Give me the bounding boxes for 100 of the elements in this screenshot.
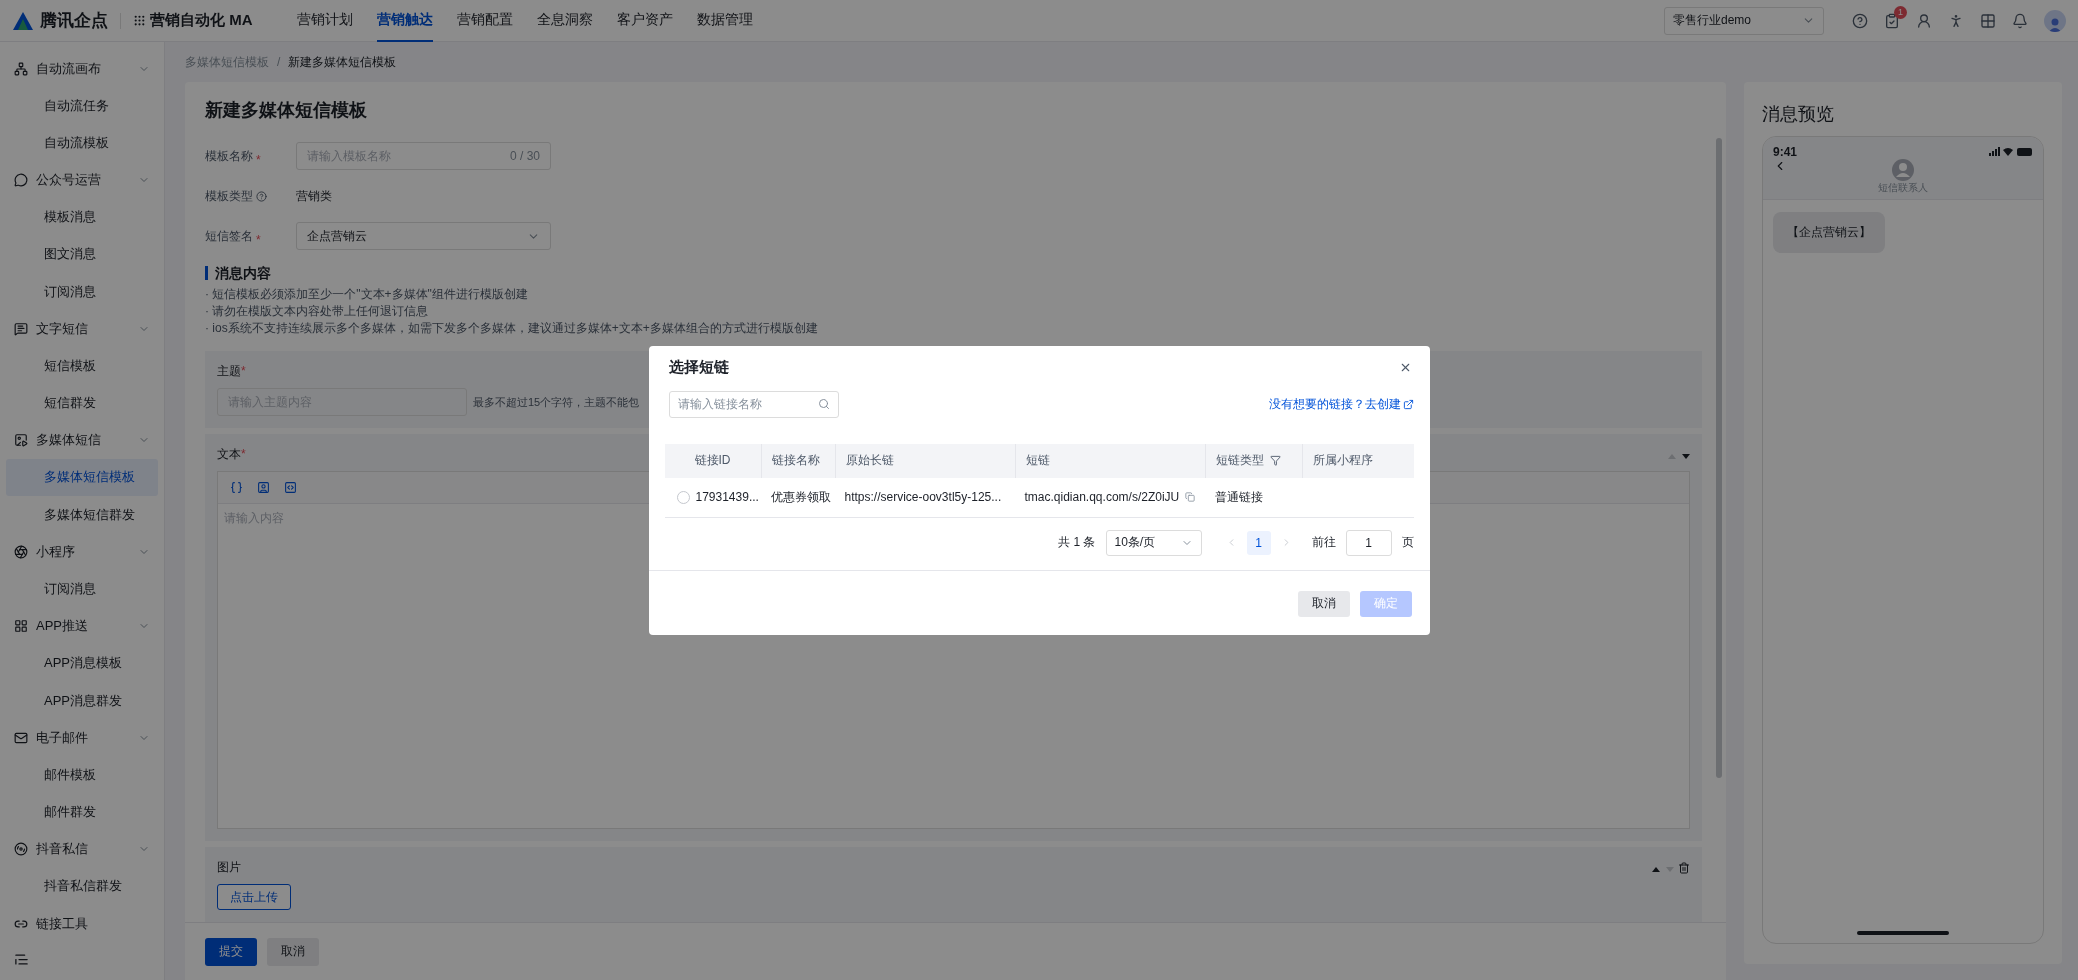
- signature-select[interactable]: 企点营销云: [296, 222, 551, 250]
- help-icon[interactable]: [1852, 12, 1868, 29]
- sidebar-item[interactable]: 订阅消息: [6, 273, 158, 311]
- nav-tab[interactable]: 营销触达: [376, 0, 433, 42]
- row-radio[interactable]: [676, 490, 690, 504]
- insert-variable-icon[interactable]: [230, 481, 243, 494]
- move-down-arrow-icon[interactable]: [1682, 453, 1690, 459]
- sidebar-group[interactable]: 电子邮件: [0, 719, 164, 757]
- search-field[interactable]: 请输入链接名称: [668, 390, 839, 418]
- block-label: 文本*: [217, 446, 247, 463]
- sidebar-item[interactable]: 多媒体短信群发: [6, 496, 158, 534]
- page-title: 新建多媒体短信模板: [205, 99, 368, 122]
- brand-name: 腾讯企点: [40, 10, 108, 32]
- external-link-icon: [1402, 398, 1414, 410]
- goto-input[interactable]: 1: [1345, 529, 1392, 556]
- copy-icon[interactable]: [1185, 492, 1196, 502]
- field-label: 模板名称 *: [205, 147, 262, 165]
- sidebar-item[interactable]: 短信模板: [6, 347, 158, 385]
- sidebar-item[interactable]: 抖音私信群发: [6, 867, 158, 905]
- upload-button[interactable]: 点击上传: [217, 884, 291, 910]
- create-link[interactable]: 没有想要的链接？去创建: [1268, 395, 1414, 413]
- breadcrumb-item: 新建多媒体短信模板: [288, 53, 397, 71]
- nav-tab[interactable]: 全息洞察: [536, 0, 593, 42]
- menu-group-icon: [14, 619, 28, 634]
- move-up-arrow-icon[interactable]: [1652, 866, 1660, 872]
- delete-icon[interactable]: [1678, 861, 1690, 874]
- sidebar-item[interactable]: 订阅消息: [6, 570, 158, 608]
- menu-group-icon: [14, 173, 28, 188]
- sidebar-item[interactable]: 模板消息: [6, 198, 158, 236]
- menu-group-icon: [14, 842, 28, 857]
- sidebar-group[interactable]: 小程序: [0, 533, 164, 571]
- sidebar-item[interactable]: 邮件模板: [6, 756, 158, 794]
- page-button[interactable]: 1: [1246, 530, 1271, 555]
- sidebar-group[interactable]: 链接工具: [0, 904, 164, 943]
- insert-variable-icon[interactable]: [257, 481, 270, 494]
- preview-title: 消息预览: [1762, 103, 1835, 126]
- field-value: 营销类: [296, 187, 332, 205]
- sidebar-item[interactable]: 邮件群发: [6, 793, 158, 831]
- column-header: 所属小程序: [1301, 443, 1414, 478]
- field-label: 模板类型: [205, 187, 296, 205]
- sidebar-item[interactable]: 自动流任务: [6, 87, 158, 125]
- block-label: 主题*: [217, 363, 247, 380]
- sidebar-group[interactable]: 公众号运营: [0, 161, 164, 199]
- sidebar-item[interactable]: APP消息模板: [6, 644, 158, 682]
- help-icon[interactable]: [256, 190, 267, 202]
- menu-group-icon: [14, 321, 28, 336]
- sidebar-item[interactable]: 自动流模板: [6, 124, 158, 162]
- nav-tab[interactable]: 客户资产: [616, 0, 673, 42]
- product-name: 营销自动化 MA: [150, 11, 253, 30]
- sidebar-item[interactable]: 短信群发: [6, 384, 158, 422]
- dialog-title: 选择短链: [668, 357, 729, 377]
- column-header: 短链: [1014, 443, 1205, 478]
- insert-variable-icon[interactable]: [284, 481, 297, 494]
- field-label: 短信签名 *: [205, 227, 262, 245]
- sidebar-group[interactable]: 抖音私信: [0, 830, 164, 868]
- section-title: 消息内容: [205, 266, 1702, 280]
- nav-tab[interactable]: 营销配置: [456, 0, 513, 42]
- tenant-select[interactable]: 零售行业demo: [1664, 6, 1824, 35]
- menu-group-icon: [14, 544, 28, 559]
- scrollbar[interactable]: [1716, 138, 1722, 778]
- table-cell: 17931439...: [695, 490, 759, 504]
- column-header: 链接ID: [664, 443, 761, 478]
- person-icon[interactable]: [1948, 12, 1964, 29]
- sidebar-group[interactable]: 自动流画布: [0, 50, 164, 88]
- sidebar-item[interactable]: 图文消息: [6, 235, 158, 274]
- note-text: · ios系统不支持连续展示多个多媒体，如需下发多个多媒体，建议通过多媒体+文本+多媒体组合的方式进行模版创建: [205, 320, 819, 337]
- page-size-select[interactable]: 10条/页: [1105, 529, 1202, 556]
- nav-tab[interactable]: 营销计划: [296, 0, 353, 42]
- user-icon[interactable]: [1916, 12, 1932, 29]
- cancel-button[interactable]: 取消: [267, 937, 319, 966]
- submit-button[interactable]: 提交: [205, 937, 257, 966]
- app-grid-icon[interactable]: [133, 14, 146, 27]
- bell-icon[interactable]: [2012, 12, 2028, 29]
- search-icon: [817, 398, 830, 410]
- nav-tab[interactable]: 数据管理: [696, 0, 753, 42]
- avatar-icon[interactable]: [2044, 9, 2066, 32]
- sidebar-item[interactable]: APP消息群发: [6, 681, 158, 720]
- filter-icon[interactable]: [1269, 455, 1281, 466]
- table-cell: https://service-oov3tl5y-125...: [844, 490, 1002, 504]
- column-header: 短链类型: [1204, 443, 1302, 478]
- sidebar-group[interactable]: 文字短信: [0, 310, 164, 348]
- menu-group-icon: [14, 433, 28, 448]
- menu-group-icon: [14, 61, 28, 76]
- block-label: 图片: [217, 859, 241, 876]
- sidebar-group[interactable]: APP推送: [0, 607, 164, 645]
- sidebar-group[interactable]: 多媒体短信: [0, 421, 164, 459]
- phone-time: 9:41: [1773, 145, 1798, 159]
- sidebar-item[interactable]: 多媒体短信模板: [6, 458, 158, 497]
- menu-group-icon: [14, 730, 28, 745]
- apps-icon[interactable]: [1980, 12, 1996, 29]
- phone-status-icons: [1989, 147, 2033, 157]
- goto-unit: 页: [1401, 534, 1414, 551]
- column-header: 链接名称: [760, 443, 835, 478]
- table-cell: 普通链接: [1214, 488, 1263, 506]
- cancel-button[interactable]: 取消: [1297, 590, 1350, 617]
- message-bubble: 【企点营销云】: [1773, 212, 1885, 253]
- table-cell: tmac.qidian.qq.com/s/2Z0iJU: [1024, 490, 1180, 504]
- table-cell: 优惠券领取: [770, 488, 831, 506]
- collapse-menu-icon[interactable]: [14, 952, 29, 968]
- breadcrumb-separator: /: [277, 55, 281, 69]
